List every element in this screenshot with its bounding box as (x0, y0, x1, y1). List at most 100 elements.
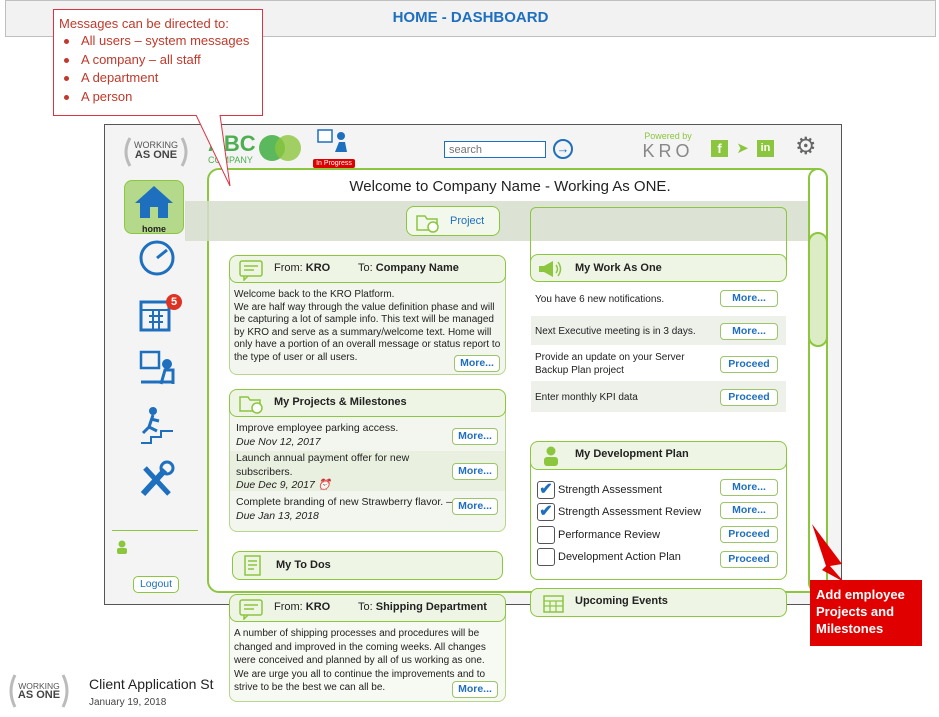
sidebar-item-home[interactable]: home (124, 180, 184, 234)
work-item: Enter monthly KPI data (535, 392, 638, 403)
devplan-item-label: Strength Assessment (558, 484, 662, 496)
twitter-icon[interactable]: ➤ (733, 140, 752, 157)
devplan-action-button[interactable]: Proceed (720, 551, 778, 568)
company-circles-icon (259, 135, 301, 161)
message-body: Welcome back to the KRO Platform. We are… (234, 289, 501, 363)
scrollbar-thumb[interactable] (808, 232, 828, 347)
devplan-item-label: Development Action Plan (558, 551, 681, 563)
sidebar-item-tools[interactable] (128, 460, 186, 500)
sidebar-item-dashboard[interactable] (128, 237, 186, 277)
from-label: From: (274, 262, 303, 274)
megaphone-icon (539, 261, 562, 277)
dashboard-gauge-icon (139, 240, 175, 276)
logo-line2: AS ONE (134, 149, 178, 161)
message-more-button[interactable]: More... (454, 355, 500, 372)
social-links: f ➤ in (711, 140, 777, 160)
welcome-heading: Welcome to Company Name - Working As ONE… (349, 178, 671, 195)
settings-gear-icon[interactable]: ⚙ (795, 133, 825, 163)
in-progress-badge[interactable]: In Progress (313, 128, 355, 168)
work-action-button[interactable]: More... (720, 323, 778, 340)
project-item: Launch annual payment offer for new subs… (236, 452, 426, 493)
project-tab-label: Project (450, 215, 485, 227)
working-as-one-logo: WORKING AS ONE (122, 134, 190, 170)
devplan-action-button[interactable]: More... (720, 502, 778, 519)
devplan-action-button[interactable]: More... (720, 479, 778, 496)
project-text: Improve employee parking access. (236, 422, 399, 434)
callout-item: A person (59, 88, 262, 107)
checklist-icon (244, 555, 261, 576)
from-value: KRO (305, 601, 331, 613)
checkbox-checked[interactable]: ✔ (537, 481, 555, 499)
search-go-icon[interactable]: → (553, 139, 573, 159)
work-title: My Work As One (575, 262, 662, 274)
devplan-action-button[interactable]: Proceed (720, 526, 778, 543)
project-tab[interactable]: Project (406, 206, 500, 236)
callout-item: A company – all staff (59, 51, 262, 70)
footer-logo-line2: AS ONE (17, 689, 61, 701)
home-icon (135, 186, 173, 218)
devplan-item: ✔ Strength Assessment (537, 481, 717, 501)
project-due: Due Nov 12, 2017 (236, 435, 321, 448)
devplan-item: ✔ Strength Assessment Review (537, 503, 717, 523)
climbing-stairs-icon (141, 407, 173, 444)
work-item: Next Executive meeting is in 3 days. (535, 326, 696, 337)
calendar-icon (543, 595, 564, 613)
annotation-arrow (812, 524, 844, 582)
tools-icon (140, 460, 175, 497)
from-label: From: (274, 601, 303, 613)
work-action-button[interactable]: More... (720, 290, 778, 307)
work-action-button[interactable]: Proceed (720, 356, 778, 373)
work-item: Provide an update on your Server Backup … (535, 352, 685, 376)
events-header[interactable]: Upcoming Events (530, 588, 787, 617)
calendar-badge: 5 (166, 294, 182, 310)
callout-intro: Messages can be directed to: (59, 16, 229, 31)
facebook-icon[interactable]: f (711, 140, 728, 157)
footer-date: January 19, 2018 (89, 697, 167, 708)
project-item: Complete branding of new Strawberry flav… (236, 496, 454, 523)
devplan-item-label: Performance Review (558, 529, 661, 541)
user-icon[interactable] (116, 540, 128, 554)
project-more-button[interactable]: More... (452, 428, 498, 445)
todos-header: My To Dos (232, 551, 503, 580)
todos-title: My To Dos (276, 559, 331, 571)
checkbox-unchecked[interactable] (537, 526, 555, 544)
to-value: Company Name (375, 262, 459, 274)
devplan-item: Development Action Plan (537, 548, 717, 568)
to-label: To: (358, 262, 373, 274)
devplan-title: My Development Plan (575, 448, 689, 460)
checkbox-unchecked[interactable] (537, 548, 555, 566)
callout-item: A department (59, 69, 262, 88)
projects-header: My Projects & Milestones (229, 389, 506, 417)
logout-button[interactable]: Logout (133, 576, 179, 593)
devplan-item-label: Strength Assessment Review (558, 506, 702, 518)
presentation-icon (139, 350, 175, 385)
linkedin-icon[interactable]: in (757, 140, 774, 157)
message-header: From: KRO To: Shipping Department (229, 594, 506, 622)
search-input[interactable] (444, 141, 546, 158)
presentation-icon (317, 129, 347, 152)
messages-callout: Messages can be directed to: All users –… (53, 9, 263, 116)
projects-title: My Projects & Milestones (274, 396, 407, 408)
checkbox-checked[interactable]: ✔ (537, 503, 555, 521)
powered-by-label: Powered by (644, 131, 692, 141)
sidebar-item-calendar[interactable]: 5 (128, 294, 186, 334)
project-due: Due Jan 13, 2018 (236, 509, 319, 522)
folder-clock-icon (239, 396, 263, 414)
sidebar-item-presentation[interactable] (128, 348, 186, 388)
user-icon (544, 446, 558, 466)
work-action-button[interactable]: Proceed (720, 389, 778, 406)
project-more-button[interactable]: More... (452, 498, 498, 515)
to-value: Shipping Department (375, 601, 487, 613)
project-text: Complete branding of new Strawberry flav… (236, 496, 452, 508)
work-header: My Work As One (530, 254, 787, 282)
footer-logo: WORKING AS ONE (7, 671, 71, 711)
message-more-button[interactable]: More... (452, 681, 498, 698)
project-text: Launch annual payment offer for new subs… (236, 452, 410, 478)
sidebar-item-growth[interactable] (128, 405, 186, 445)
project-more-button[interactable]: More... (452, 463, 498, 480)
devplan-item: Performance Review (537, 526, 717, 546)
message-header: From: KRO To: Company Name (229, 255, 506, 283)
callout-list: All users – system messages A company – … (59, 32, 262, 106)
sidebar-item-label: home (141, 224, 166, 234)
to-label: To: (358, 601, 373, 613)
